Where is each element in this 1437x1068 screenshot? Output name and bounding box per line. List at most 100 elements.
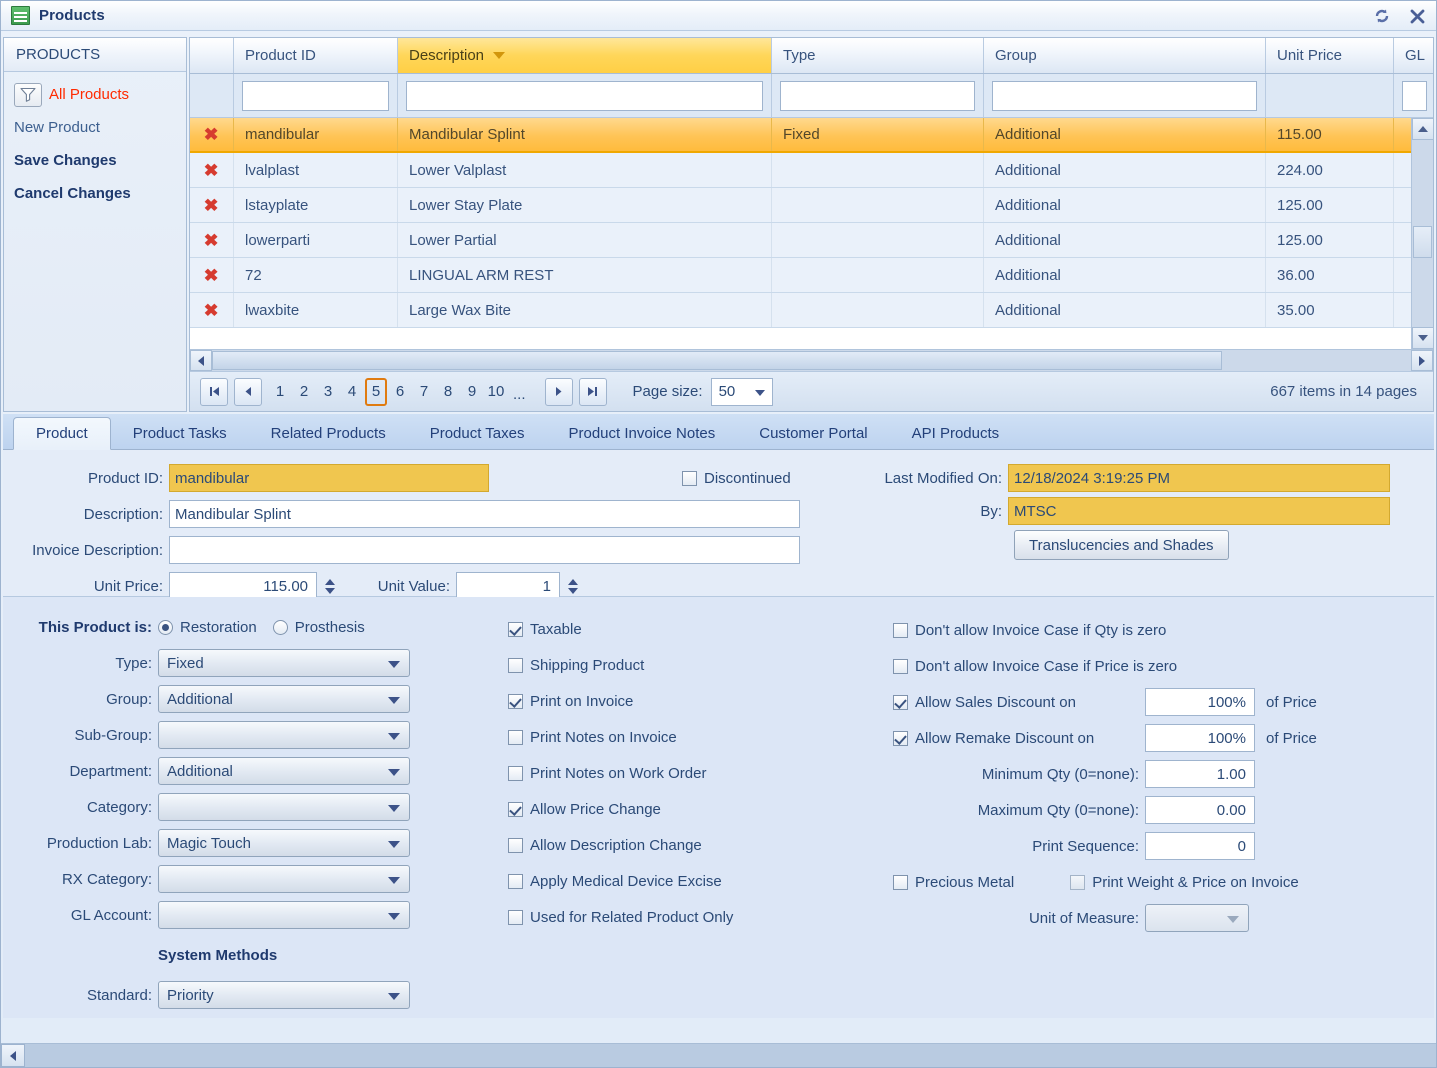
tab-product-taxes[interactable]: Product Taxes	[408, 418, 547, 449]
unit-price-stepper[interactable]	[322, 572, 338, 600]
next-page-button[interactable]	[544, 377, 573, 406]
unit-value-field[interactable]	[456, 572, 560, 600]
no-invoice-if-price-zero-checkbox[interactable]: Don't allow Invoice Case if Price is zer…	[893, 648, 1433, 684]
stepper-down-icon[interactable]	[325, 587, 335, 594]
sales-discount-percent-field[interactable]: 100%	[1145, 688, 1255, 716]
page-button-5-current[interactable]: 5	[365, 377, 387, 406]
page-button-7[interactable]: 7	[413, 378, 435, 406]
window-horizontal-scrollbar[interactable]	[1, 1043, 1436, 1067]
print-weight-price-checkbox[interactable]	[1070, 874, 1086, 890]
page-button-8[interactable]: 8	[437, 378, 459, 406]
checkbox-box[interactable]	[508, 801, 523, 817]
grid-header-gl[interactable]: GL	[1394, 38, 1433, 73]
table-row[interactable]: ✖ lowerparti Lower Partial Additional 12…	[190, 223, 1433, 258]
checkbox-box[interactable]	[508, 729, 523, 745]
delete-row-icon[interactable]: ✖	[190, 293, 234, 327]
gl-account-select[interactable]	[158, 901, 410, 929]
prev-page-button[interactable]	[234, 377, 262, 406]
grid-header-type[interactable]: Type	[772, 38, 984, 73]
allow-remake-discount-checkbox[interactable]	[893, 730, 908, 746]
grid-filter-type[interactable]	[780, 80, 975, 111]
table-row[interactable]: ✖ lstayplate Lower Stay Plate Additional…	[190, 188, 1433, 223]
checkbox-box[interactable]	[508, 657, 523, 673]
checkbox-box[interactable]	[508, 909, 523, 925]
used-for-related-product-only-checkbox[interactable]: Used for Related Product Only	[508, 899, 888, 935]
no-invoice-if-qty-zero-checkbox[interactable]: Don't allow Invoice Case if Qty is zero	[893, 612, 1433, 648]
scroll-up-button[interactable]	[1412, 118, 1433, 140]
table-row[interactable]: ✖ mandibular Mandibular Splint Fixed Add…	[190, 118, 1433, 153]
grid-header-product-id[interactable]: Product ID	[234, 38, 398, 73]
description-field[interactable]	[169, 500, 800, 528]
tab-related-products[interactable]: Related Products	[249, 418, 408, 449]
print-notes-on-invoice-checkbox[interactable]: Print Notes on Invoice	[508, 719, 888, 755]
tab-customer-portal[interactable]: Customer Portal	[737, 418, 889, 449]
radio-prosthesis[interactable]	[272, 619, 288, 635]
maximum-qty-field[interactable]: 0.00	[1145, 796, 1255, 824]
production-lab-select[interactable]: Magic Touch	[158, 829, 410, 857]
stepper-up-icon[interactable]	[325, 578, 335, 585]
standard-select[interactable]: Priority	[158, 981, 410, 1009]
scroll-down-button[interactable]	[1412, 327, 1433, 349]
taxable-checkbox[interactable]: Taxable	[508, 611, 888, 647]
rx-category-select[interactable]	[158, 865, 410, 893]
sub-group-select[interactable]	[158, 721, 410, 749]
last-page-button[interactable]	[578, 377, 607, 406]
radio-restoration[interactable]	[158, 619, 173, 635]
scroll-left-button[interactable]	[190, 350, 212, 371]
table-row[interactable]: ✖ lwaxbite Large Wax Bite Additional 35.…	[190, 293, 1433, 328]
print-notes-on-work-order-checkbox[interactable]: Print Notes on Work Order	[508, 755, 888, 791]
grid-horizontal-scrollbar[interactable]	[190, 349, 1433, 371]
group-select[interactable]: Additional	[158, 685, 410, 713]
delete-row-icon[interactable]: ✖	[190, 223, 234, 257]
scroll-right-button[interactable]	[1411, 350, 1433, 371]
stepper-down-icon[interactable]	[568, 587, 578, 594]
allow-sales-discount-checkbox[interactable]	[893, 694, 908, 710]
page-button-3[interactable]: 3	[317, 378, 339, 406]
shipping-product-checkbox[interactable]: Shipping Product	[508, 647, 888, 683]
page-button-4[interactable]: 4	[341, 378, 363, 406]
delete-row-icon[interactable]: ✖	[190, 258, 234, 292]
sidebar-item-new-product[interactable]: New Product	[14, 111, 186, 144]
invoice-description-field[interactable]	[169, 536, 800, 564]
checkbox-box[interactable]	[893, 622, 908, 638]
refresh-icon[interactable]	[1373, 7, 1391, 25]
remake-discount-percent-field[interactable]: 100%	[1145, 724, 1255, 752]
grid-vertical-scrollbar[interactable]	[1411, 118, 1433, 349]
allow-price-change-checkbox[interactable]: Allow Price Change	[508, 791, 888, 827]
grid-filter-group[interactable]	[992, 80, 1257, 111]
grid-filter-gl[interactable]	[1402, 80, 1427, 111]
tab-product-invoice-notes[interactable]: Product Invoice Notes	[547, 418, 738, 449]
discontinued-checkbox[interactable]: Discontinued	[682, 470, 791, 487]
grid-filter-description[interactable]	[406, 80, 763, 111]
scrollbar-thumb[interactable]	[212, 351, 1222, 370]
grid-header-group[interactable]: Group	[984, 38, 1266, 73]
tab-product[interactable]: Product	[13, 417, 111, 450]
sidebar-item-save-changes[interactable]: Save Changes	[14, 144, 186, 177]
page-button-1[interactable]: 1	[269, 378, 291, 406]
sidebar-item-cancel-changes[interactable]: Cancel Changes	[14, 177, 186, 210]
checkbox-box[interactable]	[508, 837, 523, 853]
table-row[interactable]: ✖ 72 LINGUAL ARM REST Additional 36.00	[190, 258, 1433, 293]
checkbox-box[interactable]	[508, 765, 523, 781]
apply-medical-device-excise-checkbox[interactable]: Apply Medical Device Excise	[508, 863, 888, 899]
page-size-select[interactable]: 50	[710, 377, 773, 406]
product-id-field[interactable]	[169, 464, 489, 492]
first-page-button[interactable]	[200, 377, 228, 406]
category-select[interactable]	[158, 793, 410, 821]
print-on-invoice-checkbox[interactable]: Print on Invoice	[508, 683, 888, 719]
checkbox-box[interactable]	[682, 471, 697, 486]
scrollbar-track[interactable]	[212, 350, 1411, 371]
tab-product-tasks[interactable]: Product Tasks	[111, 418, 249, 449]
delete-row-icon[interactable]: ✖	[190, 153, 234, 187]
delete-row-icon[interactable]: ✖	[190, 118, 234, 151]
page-button-6[interactable]: 6	[389, 378, 411, 406]
page-button-2[interactable]: 2	[293, 378, 315, 406]
checkbox-box[interactable]	[508, 693, 523, 709]
page-button-9[interactable]: 9	[461, 378, 483, 406]
unit-of-measure-select[interactable]	[1145, 904, 1249, 932]
unit-price-field[interactable]	[169, 572, 317, 600]
scroll-left-button[interactable]	[1, 1044, 25, 1067]
checkbox-box[interactable]	[893, 658, 908, 674]
minimum-qty-field[interactable]: 1.00	[1145, 760, 1255, 788]
sidebar-item-all-products[interactable]: All Products	[14, 78, 186, 111]
